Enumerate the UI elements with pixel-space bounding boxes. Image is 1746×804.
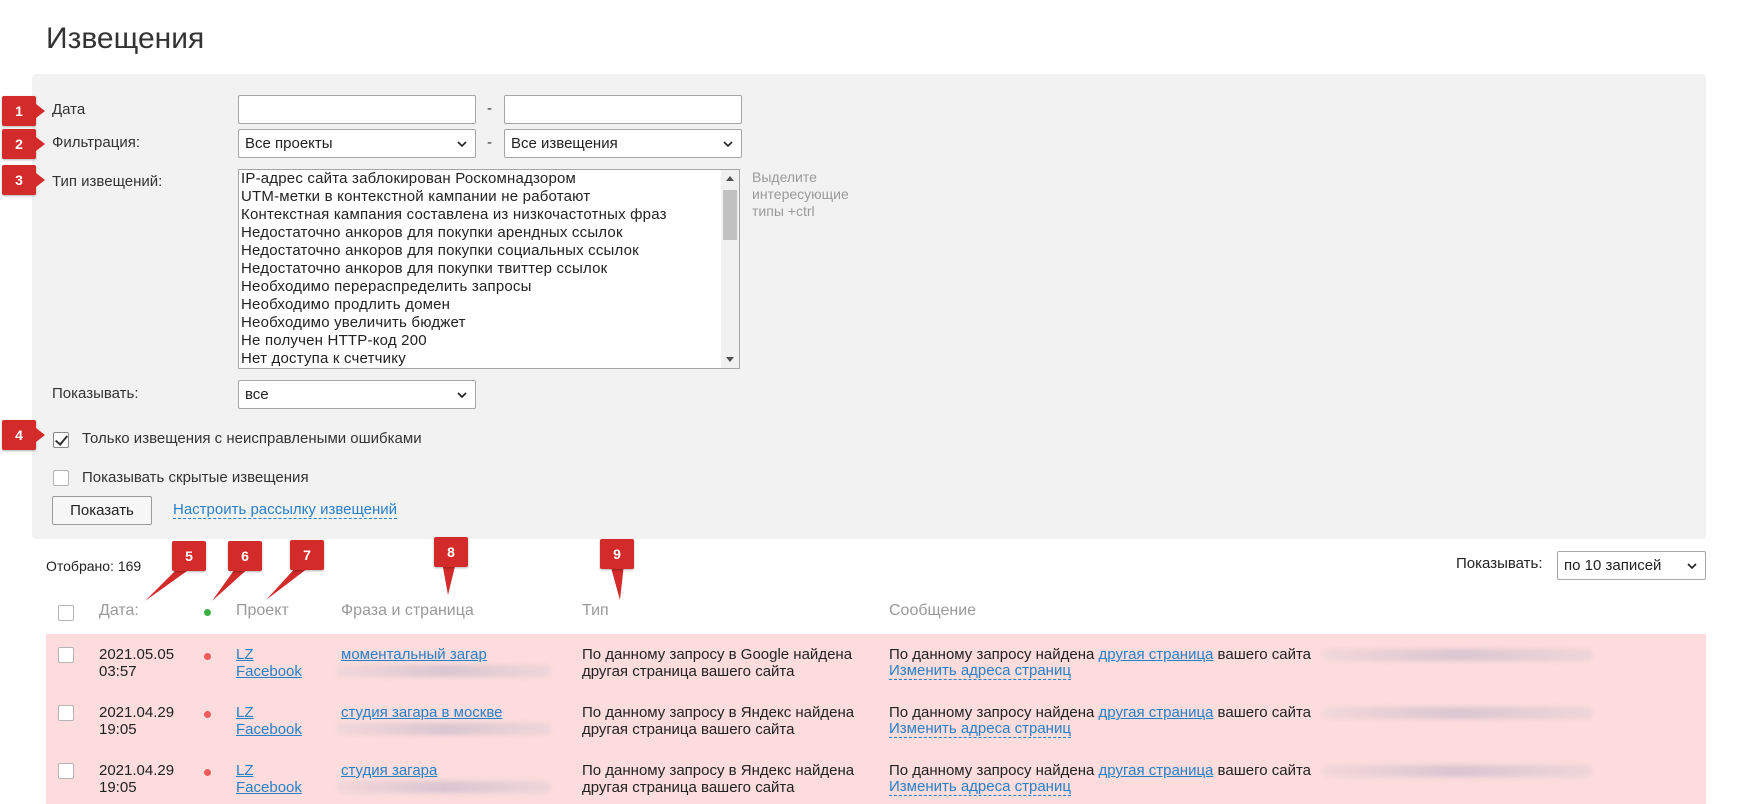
annotation-marker-3: 3 [2, 165, 45, 195]
annotation-marker-5: 5 [172, 541, 206, 571]
annotation-marker-1: 1 [2, 96, 45, 126]
annotation-marker-8: 8 [434, 537, 468, 567]
pointer-6 [212, 566, 251, 601]
annotation-marker-2: 2 [2, 129, 45, 159]
annotation-marker-4: 4 [2, 420, 45, 450]
pointer-9 [610, 564, 624, 600]
pointer-5 [145, 566, 194, 601]
pointer-7 [266, 565, 312, 600]
annotation-marker-6: 6 [228, 541, 262, 571]
annotation-pointers [145, 562, 624, 601]
annotation-marker-9: 9 [600, 539, 634, 569]
annotation-marker-7: 7 [290, 540, 324, 570]
